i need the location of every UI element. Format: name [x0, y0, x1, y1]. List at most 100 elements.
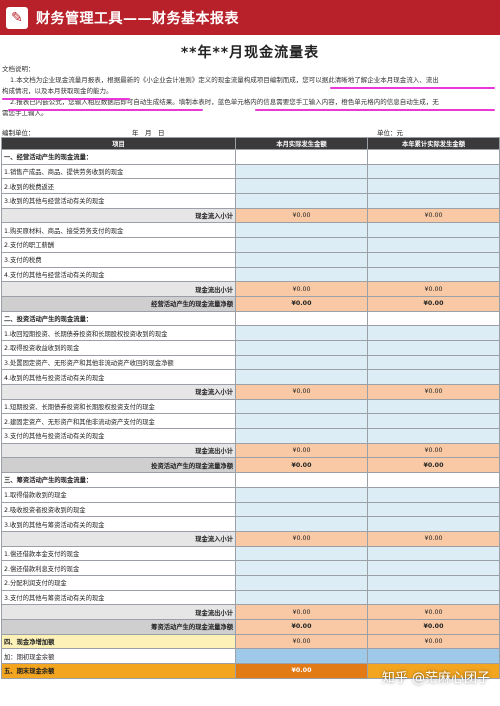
app-title: 财务管理工具——财务基本报表: [36, 10, 239, 27]
table-row: 二、投资活动产生的现金流量：: [1, 310, 500, 327]
subtotal-month: ¥0.00: [235, 281, 368, 297]
row-label: 3.收到的其他与经营活动有关的现金: [1, 193, 236, 209]
opening-balance-input[interactable]: [367, 648, 500, 665]
input-cell-year[interactable]: [367, 222, 500, 239]
row-label: 3.支付的税费: [1, 251, 236, 268]
empty-cell: [235, 310, 368, 327]
report-meta: 编制单位： 年 月 日 单位：元: [0, 127, 500, 137]
input-cell-year[interactable]: [367, 428, 500, 444]
input-cell-year[interactable]: [367, 369, 500, 385]
input-cell-month[interactable]: [235, 354, 368, 371]
net-increase-month: ¥0.00: [235, 633, 368, 650]
input-cell-month[interactable]: [235, 545, 368, 562]
row-label: 4.收到的其他与投资活动有关的现金: [1, 369, 236, 385]
table-row: 3.收到的其他与经营活动有关的现金: [1, 193, 500, 209]
input-cell-month[interactable]: [235, 325, 368, 341]
table-row: 3.支付的其他与筹资活动有关的现金: [1, 589, 500, 606]
row-label: 3.处置固定资产、无形资产和其他非流动资产收回的现金净额: [1, 354, 236, 371]
highlight-underline: [8, 109, 203, 111]
input-cell-year[interactable]: [367, 251, 500, 268]
document-notes: 文档说明： 1.本文档为企业现金流量月报表，根据最新的《小企业会计准则》定义的现…: [0, 64, 500, 119]
table-row: 1.销售产成品、商品、提供劳务收到的现金: [1, 163, 500, 180]
subtotal-label: 现金流出小计: [1, 281, 236, 297]
row-label: 3.收到的其他与筹资活动有关的现金: [1, 516, 236, 532]
empty-cell: [235, 149, 368, 165]
input-cell-month[interactable]: [235, 589, 368, 606]
input-cell-month[interactable]: [235, 428, 368, 444]
input-cell-year[interactable]: [367, 560, 500, 576]
input-cell-month[interactable]: [235, 339, 368, 356]
table-row: 现金流出小计 ¥0.00 ¥0.00: [1, 604, 500, 620]
input-cell-month[interactable]: [235, 501, 368, 518]
cash-flow-table: 项目 本月实际发生金额 本年累计实际发生金额 一、经营活动产生的现金流量： 1.销…: [1, 137, 500, 679]
table-row: 三、筹资活动产生的现金流量：: [1, 472, 500, 488]
input-cell-year[interactable]: [367, 339, 500, 356]
subtotal-label: 现金流入小计: [1, 384, 236, 400]
input-cell-year[interactable]: [367, 354, 500, 371]
input-cell-month[interactable]: [235, 222, 368, 239]
table-row: 2.支付的职工薪酬: [1, 237, 500, 253]
input-cell-year[interactable]: [367, 237, 500, 253]
input-cell-month[interactable]: [235, 574, 368, 591]
input-cell-month[interactable]: [235, 516, 368, 532]
input-cell-year[interactable]: [367, 501, 500, 518]
row-label: 1.销售产成品、商品、提供劳务收到的现金: [1, 163, 236, 180]
row-label: 1.取得借款收到的现金: [1, 486, 236, 503]
notes-line-1: 1.本文档为企业现金流量月报表，根据最新的《小企业会计准则》定义的现金流量构成项…: [10, 76, 439, 84]
input-cell-month[interactable]: [235, 251, 368, 268]
currency-label: 单位：元: [377, 129, 403, 137]
input-cell-year[interactable]: [367, 516, 500, 532]
compiler-label: 编制单位：: [2, 129, 35, 137]
input-cell-year[interactable]: [367, 413, 500, 430]
input-cell-year[interactable]: [367, 589, 500, 606]
table-row: 1.收回短期投资、长期债券投资和长期股权投资收到的现金: [1, 325, 500, 341]
input-cell-month[interactable]: [235, 266, 368, 283]
input-cell-year[interactable]: [367, 325, 500, 341]
table-row: 4.支付的其他与经营活动有关的现金: [1, 266, 500, 283]
column-header-item: 项目: [1, 137, 236, 150]
subtotal-month: ¥0.00: [235, 530, 368, 547]
empty-cell: [367, 310, 500, 327]
opening-balance-label: 加：期初现金余额: [1, 648, 236, 665]
table-header: 项目 本月实际发生金额 本年累计实际发生金额: [1, 137, 500, 150]
input-cell-year[interactable]: [367, 178, 500, 195]
row-label: 2.支付的职工薪酬: [1, 237, 236, 253]
input-cell-year[interactable]: [367, 266, 500, 283]
app-header: ✎ 财务管理工具——财务基本报表: [0, 0, 500, 35]
input-cell-month[interactable]: [235, 193, 368, 209]
input-cell-month[interactable]: [235, 237, 368, 253]
input-cell-year[interactable]: [367, 398, 500, 415]
row-label: 1.偿还借款本金支付的现金: [1, 545, 236, 562]
input-cell-month[interactable]: [235, 369, 368, 385]
table-row: 2.收到的税费返还: [1, 178, 500, 195]
subtotal-month: ¥0.00: [235, 384, 368, 400]
row-label: 3.支付的其他与投资活动有关的现金: [1, 428, 236, 444]
input-cell-month[interactable]: [235, 486, 368, 503]
input-cell-month[interactable]: [235, 178, 368, 195]
net-amount-month: ¥0.00: [235, 619, 368, 635]
closing-balance-month: ¥0.00: [235, 663, 368, 679]
input-cell-month[interactable]: [235, 560, 368, 576]
notes-heading: 文档说明：: [2, 65, 35, 73]
input-cell-year[interactable]: [367, 545, 500, 562]
input-cell-year[interactable]: [367, 163, 500, 180]
empty-cell: [367, 472, 500, 488]
table-row: 3.收到的其他与筹资活动有关的现金: [1, 516, 500, 532]
subtotal-label: 现金流出小计: [1, 442, 236, 459]
input-cell-month[interactable]: [235, 413, 368, 430]
input-cell-year[interactable]: [367, 486, 500, 503]
input-cell-month[interactable]: [235, 163, 368, 180]
net-amount-label: 经营活动产生的现金流量净额: [1, 295, 236, 312]
row-label: 2.取得投资收益收到的现金: [1, 339, 236, 356]
input-cell-month[interactable]: [235, 398, 368, 415]
table-row: 现金流入小计 ¥0.00 ¥0.00: [1, 530, 500, 547]
input-cell-year[interactable]: [367, 193, 500, 209]
section-heading: 三、筹资活动产生的现金流量：: [1, 472, 236, 488]
table-row: 2.分配利润支付的现金: [1, 574, 500, 591]
highlight-underline: [2, 98, 130, 100]
input-cell-year[interactable]: [367, 574, 500, 591]
table-row: 筹资活动产生的现金流量净额 ¥0.00 ¥0.00: [1, 619, 500, 635]
net-amount-year: ¥0.00: [367, 295, 500, 312]
opening-balance-input[interactable]: [235, 648, 368, 665]
net-increase-year: ¥0.00: [367, 633, 500, 650]
